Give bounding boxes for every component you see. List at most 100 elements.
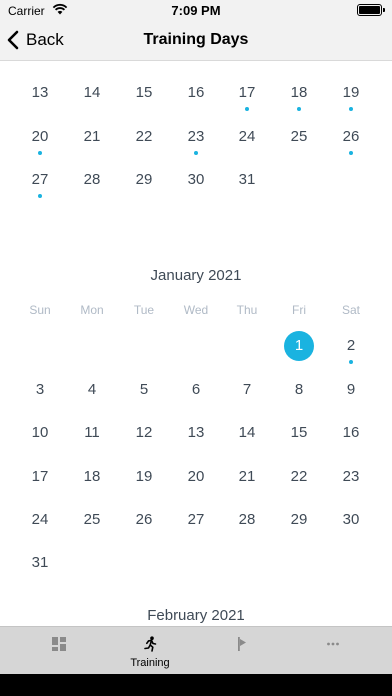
status-time: 7:09 PM [171, 3, 221, 18]
calendar-day[interactable]: 28 [66, 170, 118, 190]
day-number: 27 [187, 511, 205, 528]
calendar-day[interactable]: 15 [118, 83, 170, 103]
weekday-label: Sun [29, 303, 51, 317]
tab-more[interactable] [284, 627, 382, 675]
weekday-label: Sat [341, 303, 360, 317]
calendar-day[interactable]: 20 [14, 127, 66, 155]
day-number: 30 [342, 511, 360, 528]
day-number: 15 [290, 424, 308, 441]
tab-races[interactable] [193, 627, 291, 675]
day-number: 18 [290, 84, 308, 101]
calendar-day[interactable]: 22 [273, 467, 325, 487]
day-number: 15 [135, 84, 153, 101]
tab-training[interactable]: Training [101, 627, 199, 675]
calendar-day[interactable]: 19 [118, 467, 170, 487]
calendar-day[interactable]: 8 [273, 380, 325, 400]
calendar-day[interactable]: 28 [221, 510, 273, 530]
weekday-label: Mon [80, 303, 104, 317]
day-number: 1 [294, 337, 304, 354]
calendar-day[interactable]: 9 [325, 380, 377, 400]
training-day-dot [38, 151, 42, 155]
calendar-day[interactable]: 2 [325, 336, 377, 364]
calendar-day[interactable]: 24 [221, 127, 273, 147]
calendar-day[interactable]: 13 [14, 83, 66, 103]
calendar-day[interactable]: 23 [325, 467, 377, 487]
day-number: 3 [35, 381, 45, 398]
day-number: 31 [31, 554, 49, 571]
training-day-dot [194, 151, 198, 155]
day-number: 24 [31, 511, 49, 528]
calendar-day[interactable]: 7 [221, 380, 273, 400]
day-number: 31 [238, 171, 256, 188]
calendar-day[interactable]: 26 [118, 510, 170, 530]
day-number: 21 [238, 468, 256, 485]
calendar-day[interactable]: 19 [325, 83, 377, 111]
calendar-day[interactable]: 13 [170, 423, 222, 443]
calendar-day[interactable]: 27 [14, 170, 66, 198]
day-number: 14 [238, 424, 256, 441]
day-number: 23 [342, 468, 360, 485]
day-number: 13 [187, 424, 205, 441]
calendar-day[interactable]: 16 [170, 83, 222, 103]
training-day-dot [349, 360, 353, 364]
calendar-day[interactable]: 29 [273, 510, 325, 530]
calendar-day[interactable]: 27 [170, 510, 222, 530]
day-number: 26 [135, 511, 153, 528]
day-number: 19 [342, 84, 360, 101]
calendar-day[interactable]: 4 [66, 380, 118, 400]
day-number: 8 [294, 381, 304, 398]
day-number: 29 [290, 511, 308, 528]
calendar-day[interactable]: 22 [118, 127, 170, 147]
calendar-day[interactable]: 14 [221, 423, 273, 443]
calendar-day[interactable]: 30 [170, 170, 222, 190]
calendar-day[interactable]: 31 [14, 553, 66, 573]
calendar-day[interactable]: 1 [273, 331, 325, 361]
calendar-day[interactable]: 20 [170, 467, 222, 487]
calendar-day[interactable]: 30 [325, 510, 377, 530]
calendar-day[interactable]: 23 [170, 127, 222, 155]
weekday-label: Tue [133, 303, 155, 317]
flag-icon [238, 637, 246, 651]
tab-dashboard[interactable] [10, 627, 108, 675]
day-number: 28 [83, 171, 101, 188]
calendar-day[interactable]: 25 [66, 510, 118, 530]
calendar-day[interactable]: 26 [325, 127, 377, 155]
calendar-day[interactable]: 11 [66, 423, 118, 443]
day-number: 21 [83, 128, 101, 145]
day-number: 29 [135, 171, 153, 188]
calendar-day[interactable]: 21 [221, 467, 273, 487]
calendar-day[interactable]: 15 [273, 423, 325, 443]
calendar-day[interactable]: 3 [14, 380, 66, 400]
dashboard-icon [52, 637, 66, 651]
calendar-day[interactable]: 24 [14, 510, 66, 530]
day-number: 23 [187, 128, 205, 145]
calendar-day[interactable]: 12 [118, 423, 170, 443]
calendar-day[interactable]: 21 [66, 127, 118, 147]
calendar-day[interactable]: 17 [14, 467, 66, 487]
calendar-day[interactable]: 18 [66, 467, 118, 487]
calendar-day[interactable]: 31 [221, 170, 273, 190]
day-number: 19 [135, 468, 153, 485]
day-number: 17 [31, 468, 49, 485]
more-icon [327, 642, 339, 646]
day-number: 25 [290, 128, 308, 145]
calendar-day[interactable]: 25 [273, 127, 325, 147]
day-number: 14 [83, 84, 101, 101]
calendar-day[interactable]: 5 [118, 380, 170, 400]
calendar-day[interactable]: 14 [66, 83, 118, 103]
battery-icon [357, 4, 385, 16]
calendar-day[interactable]: 16 [325, 423, 377, 443]
day-number: 2 [346, 337, 356, 354]
calendar-day[interactable]: 10 [14, 423, 66, 443]
calendar-day[interactable]: 18 [273, 83, 325, 111]
day-number: 13 [31, 84, 49, 101]
calendar-day[interactable]: 17 [221, 83, 273, 111]
training-day-dot [297, 107, 301, 111]
day-number: 11 [84, 424, 100, 441]
calendar-day[interactable]: 6 [170, 380, 222, 400]
calendar-day[interactable]: 29 [118, 170, 170, 190]
tab-bar: Training [0, 626, 392, 674]
day-number: 4 [87, 381, 97, 398]
day-number: 25 [83, 511, 101, 528]
calendar-scroll[interactable]: 13 14 15 16 17 18 19 20 21 22 23 24 25 26 27 28 29 30 31 J… [0, 62, 392, 626]
